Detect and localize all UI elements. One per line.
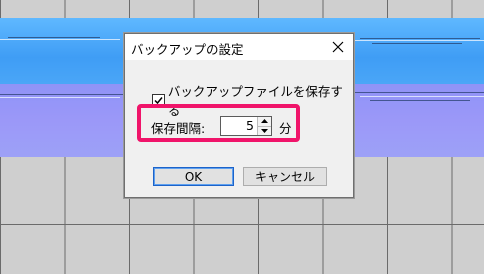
backup-settings-dialog: バックアップの設定 バックアップファイルを保存する 保存間隔: 5 分 OK キ… <box>124 33 354 198</box>
stepper-up-button[interactable] <box>258 117 271 126</box>
stepper-down-button[interactable] <box>258 125 271 135</box>
noise-line <box>0 39 120 40</box>
noise-line <box>0 94 123 95</box>
stepper-buttons <box>257 117 271 135</box>
noise-line <box>355 92 484 93</box>
dialog-body: バックアップファイルを保存する 保存間隔: 5 分 OK キャンセル <box>125 60 353 197</box>
triangle-up-icon <box>261 119 268 124</box>
interval-input[interactable]: 5 <box>221 117 257 135</box>
noise-line <box>360 96 484 97</box>
close-button[interactable] <box>323 34 353 60</box>
noise-line <box>0 97 120 98</box>
cancel-button[interactable]: キャンセル <box>243 167 327 186</box>
interval-unit: 分 <box>279 121 292 136</box>
close-icon <box>332 41 344 53</box>
noise-line <box>8 37 100 38</box>
triangle-down-icon <box>261 128 268 133</box>
noise-line <box>355 40 484 41</box>
dialog-title: バックアップの設定 <box>131 42 244 57</box>
interval-stepper[interactable]: 5 <box>220 116 272 136</box>
noise-line <box>370 100 470 101</box>
ok-button[interactable]: OK <box>153 167 234 186</box>
dialog-titlebar[interactable]: バックアップの設定 <box>125 34 353 60</box>
interval-label: 保存間隔: <box>151 121 206 136</box>
noise-line <box>360 38 480 39</box>
noise-line <box>372 43 462 44</box>
